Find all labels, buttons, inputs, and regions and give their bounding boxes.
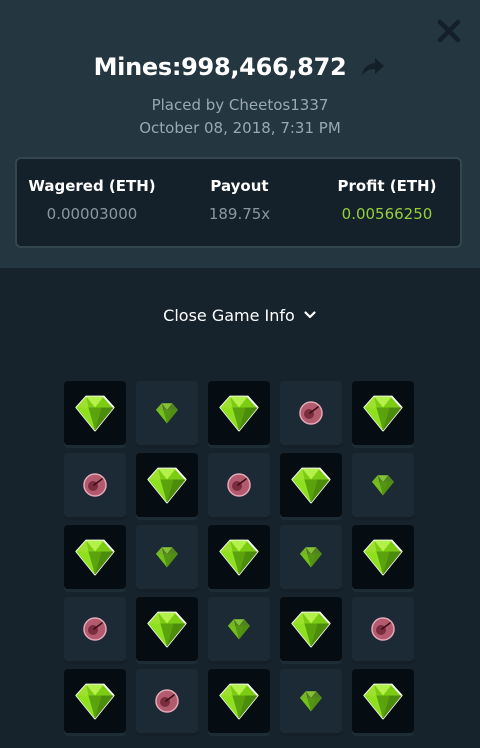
title-row: Mines:998,466,872 <box>0 50 480 84</box>
board-tile[interactable] <box>208 669 270 733</box>
gem-icon <box>155 547 179 568</box>
wagered-label: Wagered (ETH) <box>28 177 156 195</box>
board-tile[interactable] <box>280 525 342 589</box>
mines-board <box>64 381 414 733</box>
gem-icon <box>291 467 331 504</box>
gem-icon <box>75 683 115 720</box>
placed-by: Placed by Cheetos1337 <box>151 96 329 114</box>
gem-icon <box>219 395 259 432</box>
share-button[interactable] <box>360 55 386 79</box>
board-tile[interactable] <box>280 597 342 661</box>
wagered-stat: Wagered (ETH) 0.00003000 <box>17 177 167 223</box>
game-info-header: Mines:998,466,872 Placed by Cheetos1337 … <box>0 0 480 268</box>
gem-icon <box>363 683 403 720</box>
gem-icon <box>291 611 331 648</box>
close-icon <box>437 19 461 43</box>
game-date: October 08, 2018, 7:31 PM <box>139 119 341 137</box>
profit-stat: Profit (ETH) 0.00566250 <box>312 177 462 223</box>
wagered-value: 0.00003000 <box>46 205 138 223</box>
gem-icon <box>155 403 179 424</box>
gem-icon <box>299 691 323 712</box>
board-tile[interactable] <box>352 669 414 733</box>
profit-label: Profit (ETH) <box>337 177 437 195</box>
board-tile[interactable] <box>208 381 270 445</box>
board-tile[interactable] <box>280 669 342 733</box>
close-game-info-toggle[interactable]: Close Game Info <box>0 303 480 327</box>
board-tile[interactable] <box>64 597 126 661</box>
chevron-down-icon <box>304 311 316 319</box>
gem-icon <box>371 475 395 496</box>
board-tile[interactable] <box>280 453 342 517</box>
board-tile[interactable] <box>352 597 414 661</box>
gem-icon <box>227 619 251 640</box>
board-tile[interactable] <box>280 381 342 445</box>
gem-icon <box>75 539 115 576</box>
mine-icon <box>299 401 323 425</box>
board-tile[interactable] <box>352 525 414 589</box>
mine-icon <box>155 689 179 713</box>
gem-icon <box>147 467 187 504</box>
gem-icon <box>219 539 259 576</box>
board-tile[interactable] <box>352 453 414 517</box>
gem-icon <box>299 547 323 568</box>
mine-icon <box>371 617 395 641</box>
board-tile[interactable] <box>352 381 414 445</box>
gem-icon <box>75 395 115 432</box>
board-tile[interactable] <box>64 669 126 733</box>
gem-icon <box>363 395 403 432</box>
board-tile[interactable] <box>208 525 270 589</box>
board-tile[interactable] <box>136 381 198 445</box>
payout-stat: Payout 189.75x <box>167 177 312 223</box>
gem-icon <box>363 539 403 576</box>
mine-icon <box>83 617 107 641</box>
toggle-label: Close Game Info <box>163 305 295 325</box>
stats-panel: Wagered (ETH) 0.00003000 Payout 189.75x … <box>15 157 462 248</box>
share-icon <box>362 58 385 76</box>
board-tile[interactable] <box>136 525 198 589</box>
mine-icon <box>227 473 251 497</box>
board-tile[interactable] <box>136 453 198 517</box>
gem-icon <box>147 611 187 648</box>
board-tile[interactable] <box>136 597 198 661</box>
board-tile[interactable] <box>208 453 270 517</box>
payout-value: 189.75x <box>208 205 271 223</box>
board-tile[interactable] <box>64 381 126 445</box>
board-tile[interactable] <box>64 525 126 589</box>
board-tile[interactable] <box>136 669 198 733</box>
close-button[interactable] <box>434 16 464 46</box>
profit-value: 0.00566250 <box>341 205 433 223</box>
board-tile[interactable] <box>64 453 126 517</box>
game-title: Mines:998,466,872 <box>93 53 347 81</box>
board-tile[interactable] <box>208 597 270 661</box>
gem-icon <box>219 683 259 720</box>
mine-icon <box>83 473 107 497</box>
payout-label: Payout <box>210 177 269 195</box>
